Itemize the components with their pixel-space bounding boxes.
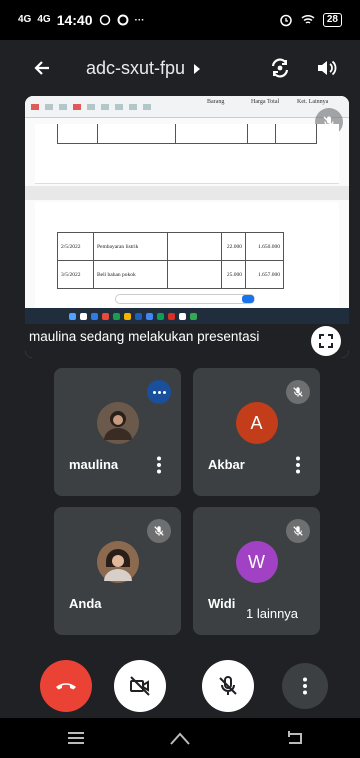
muted-indicator — [286, 519, 310, 543]
caret-right-icon — [194, 63, 201, 74]
document-page-1 — [35, 124, 339, 184]
muted-indicator — [286, 380, 310, 404]
status-bar: 4G 4G 14:40 ··· 28 — [0, 0, 360, 40]
video-off-icon — [130, 676, 150, 696]
top-bar: adc-sxut-fpu — [0, 40, 360, 96]
fullscreen-button[interactable] — [311, 326, 341, 356]
mic-off-icon — [154, 526, 164, 536]
profile-photo-icon — [96, 402, 139, 444]
screen-share-banner — [115, 294, 255, 304]
meet-app: adc-sxut-fpu Barang Harga Total Ket. Lai… — [0, 40, 360, 718]
back-nav-button[interactable] — [283, 728, 307, 748]
signal-1-label: 4G — [18, 14, 32, 25]
home-button[interactable] — [168, 728, 192, 748]
cell-item: Beli bahan pokok — [93, 260, 168, 289]
participant-name: Akbar — [208, 457, 245, 472]
doc-header-col-1: Barang — [207, 99, 225, 105]
more-notifications: ··· — [134, 14, 145, 26]
home-icon — [170, 732, 190, 745]
wifi-icon — [301, 14, 315, 24]
participant-name: Anda — [69, 596, 102, 611]
table-row: 2/5/2022 Pembayaran listrik 22.000 1.650… — [57, 232, 284, 261]
system-nav-bar — [0, 718, 360, 758]
speaker-icon — [318, 60, 337, 76]
doc-header-col-2: Harga Total — [251, 99, 280, 105]
avatar — [96, 402, 139, 444]
more-vert-icon — [296, 456, 300, 474]
shared-taskbar — [25, 308, 349, 324]
avatar: A — [235, 402, 278, 444]
back-arrow-icon — [34, 61, 49, 75]
battery-level: 28 — [322, 13, 342, 27]
avatar-initial: W — [248, 551, 265, 572]
cell-date: 3/5/2022 — [57, 260, 94, 289]
alarm-icon — [280, 14, 292, 27]
meeting-title-button[interactable]: adc-sxut-fpu — [86, 58, 201, 79]
mic-toggle-button[interactable] — [202, 660, 254, 712]
avatar: W — [235, 541, 278, 583]
mic-off-icon — [219, 676, 237, 695]
mic-off-icon — [293, 387, 303, 397]
muted-indicator — [147, 519, 171, 543]
camera-toggle-button[interactable] — [114, 660, 166, 712]
switch-camera-icon — [271, 58, 289, 78]
signal-2-label: 4G — [37, 14, 51, 25]
record-icon — [117, 14, 128, 26]
participant-name: maulina — [69, 457, 119, 472]
more-options-button[interactable] — [155, 456, 163, 474]
cell-item: Pembayaran listrik — [93, 232, 168, 261]
audio-output-button[interactable] — [312, 54, 340, 82]
cell-qty: 25.000 — [221, 260, 246, 289]
page-gap — [25, 186, 349, 200]
recents-button[interactable] — [64, 728, 88, 748]
clock: 14:40 — [56, 12, 93, 28]
avatar-initial: A — [250, 412, 263, 433]
more-vert-icon — [157, 456, 161, 474]
participant-tile-maulina[interactable]: maulina — [54, 368, 181, 496]
cell-qty: 22.000 — [221, 232, 246, 261]
more-vert-icon — [303, 677, 307, 695]
table-row: 3/5/2022 Beli bahan pokok 25.000 1.657.0… — [57, 260, 284, 289]
document-toolbar: Barang Harga Total Ket. Lainnya — [25, 96, 349, 118]
back-nav-icon — [288, 731, 302, 744]
fullscreen-icon — [319, 334, 333, 348]
back-button[interactable] — [28, 54, 56, 82]
participant-tile-anda[interactable]: Anda — [54, 507, 181, 635]
avatar — [96, 541, 139, 583]
document-table: 2/5/2022 Pembayaran listrik 22.000 1.650… — [57, 232, 284, 289]
hang-up-icon — [56, 683, 76, 690]
speaking-indicator — [147, 380, 171, 404]
switch-camera-button[interactable] — [266, 54, 294, 82]
profile-photo-icon — [96, 541, 139, 583]
presentation-caption: maulina sedang melakukan presentasi — [29, 329, 260, 344]
more-options-button[interactable] — [294, 456, 302, 474]
end-call-button[interactable] — [40, 660, 92, 712]
call-controls — [0, 652, 360, 718]
presentation-view[interactable]: Barang Harga Total Ket. Lainnya 2/5/2022… — [25, 96, 349, 358]
mic-off-icon — [293, 526, 303, 536]
more-participants-chip[interactable]: 1 lainnya — [236, 600, 309, 628]
menu-icon — [68, 732, 84, 744]
sync-icon — [99, 14, 110, 26]
more-actions-button[interactable] — [282, 663, 328, 709]
cell-total: 1.650.000 — [245, 232, 284, 261]
participant-name: Widi — [208, 596, 236, 611]
participant-tile-akbar[interactable]: A Akbar — [193, 368, 320, 496]
cell-date: 2/5/2022 — [57, 232, 94, 261]
meeting-code: adc-sxut-fpu — [86, 58, 186, 78]
cell-total: 1.657.000 — [245, 260, 284, 289]
doc-header-col-3: Ket. Lainnya — [297, 99, 329, 105]
document-page-2: 2/5/2022 Pembayaran listrik 22.000 1.650… — [35, 202, 339, 308]
